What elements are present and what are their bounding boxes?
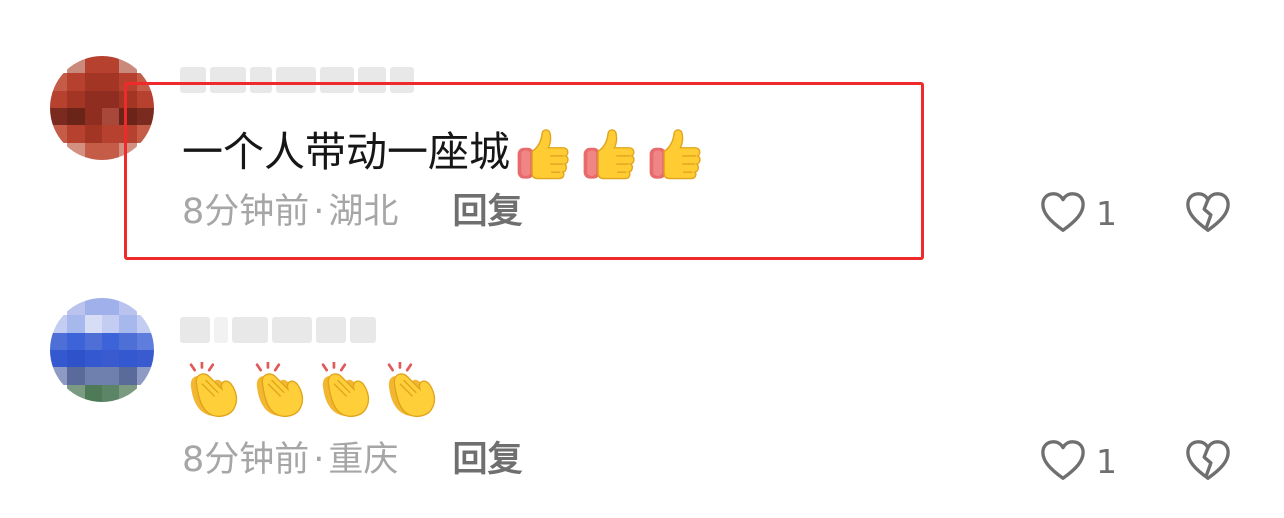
- meta-separator: ·: [313, 192, 325, 232]
- comment-time: 8分钟前: [182, 440, 310, 480]
- reply-button[interactable]: 回复: [452, 190, 522, 234]
- comment-item: 8分钟前 · 重庆 回复 1: [0, 270, 1284, 518]
- comment-location: 重庆: [328, 440, 399, 480]
- username-blurred[interactable]: [180, 62, 414, 98]
- like-count: 1: [1096, 193, 1117, 233]
- clapping-hands-icon: [314, 362, 372, 420]
- dislike-button[interactable]: [1184, 190, 1232, 240]
- comment-item: 一个人带动一座城 8分钟前 · 湖北 回复 1: [0, 0, 1284, 270]
- comment-meta: 8分钟前 · 湖北 回复: [182, 190, 522, 234]
- clapping-hands-icon: [248, 362, 306, 420]
- reply-button[interactable]: 回复: [452, 438, 522, 482]
- clapping-emoji-group: [182, 362, 438, 420]
- like-button[interactable]: 1: [1040, 438, 1117, 484]
- comment-text-label: 一个人带动一座城: [182, 128, 510, 176]
- heart-outline-icon: [1040, 190, 1086, 236]
- clapping-hands-icon: [380, 362, 438, 420]
- comment-location: 湖北: [328, 192, 399, 232]
- meta-separator: ·: [313, 440, 325, 480]
- thumbs-up-icon: [514, 126, 572, 184]
- heart-outline-icon: [1040, 438, 1086, 484]
- thumbs-up-icon: [646, 126, 704, 184]
- like-count: 1: [1096, 441, 1117, 481]
- broken-heart-outline-icon: [1184, 438, 1232, 484]
- broken-heart-outline-icon: [1184, 190, 1232, 236]
- thumbs-up-emoji-group: [514, 126, 704, 184]
- comment-meta: 8分钟前 · 重庆 回复: [182, 438, 522, 482]
- comment-text: 一个人带动一座城: [182, 126, 704, 184]
- clapping-hands-icon: [182, 362, 240, 420]
- avatar[interactable]: [50, 298, 154, 402]
- comment-time: 8分钟前: [182, 192, 310, 232]
- like-button[interactable]: 1: [1040, 190, 1117, 236]
- username-blurred[interactable]: [180, 312, 376, 348]
- dislike-button[interactable]: [1184, 438, 1232, 488]
- thumbs-up-icon: [580, 126, 638, 184]
- avatar[interactable]: [50, 56, 154, 160]
